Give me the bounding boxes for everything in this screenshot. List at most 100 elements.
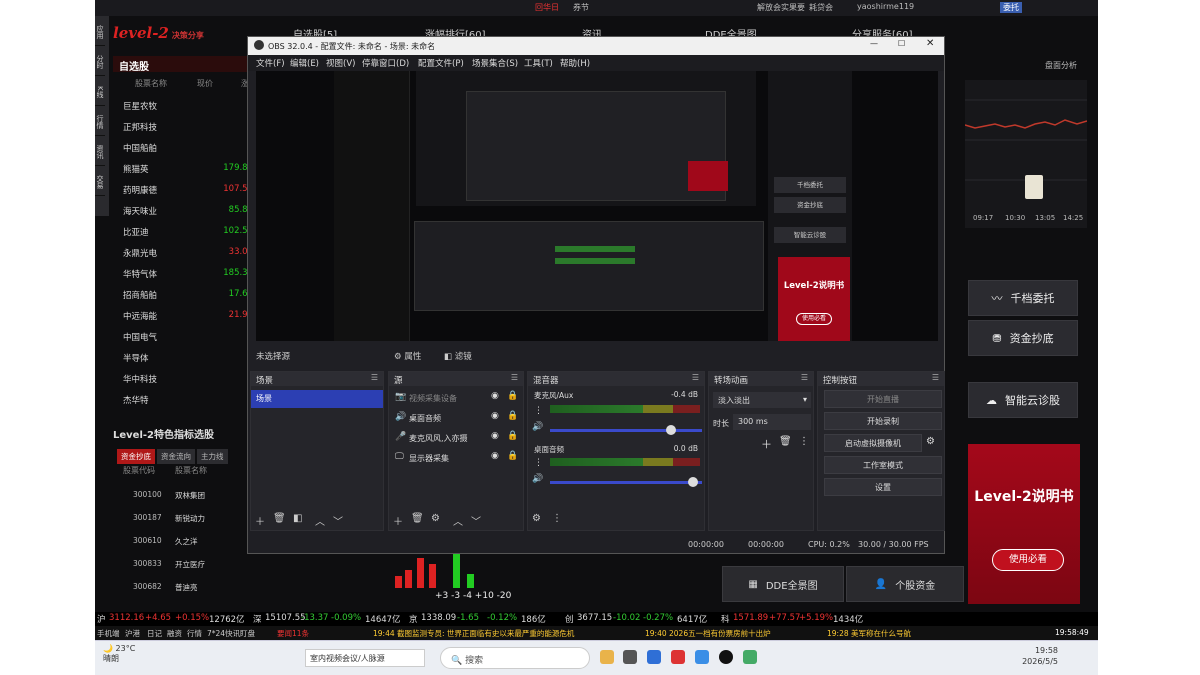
cloud-diagnosis-button[interactable]: ☁ 智能云诊股: [968, 382, 1078, 418]
gear-icon[interactable]: ⚙: [431, 513, 440, 524]
menu-scenecollection[interactable]: 场景集合(S): [472, 57, 518, 69]
trash-icon[interactable]: 🗑: [411, 513, 424, 524]
gear-icon[interactable]: ⚙: [926, 436, 935, 447]
watchlist-row[interactable]: 永鼎光电 33.00: [123, 243, 253, 264]
news-item[interactable]: 19:40 2026五一档有份票房前十出炉: [645, 628, 771, 639]
add-icon[interactable]: ＋: [393, 513, 403, 528]
lock-icon[interactable]: 🔒: [507, 391, 518, 401]
side-tab[interactable]: 应用: [95, 16, 105, 46]
watchlist-row[interactable]: 招商船舶 17.60: [123, 285, 253, 306]
speaker-icon[interactable]: 🔊: [532, 422, 543, 432]
news-item[interactable]: 19:28 美军称在什么号航: [827, 628, 1002, 639]
stock-funds-button[interactable]: 👤 个股资金: [846, 566, 964, 602]
add-icon[interactable]: ＋: [761, 436, 772, 452]
side-tab[interactable]: 行情: [95, 106, 105, 136]
topbar-item[interactable]: 回华日: [535, 2, 559, 13]
weather-widget[interactable]: 🌙 23°C 晴朗: [103, 644, 135, 664]
watchlist-row[interactable]: 半导体: [123, 348, 253, 369]
down-icon[interactable]: ﹀: [333, 513, 343, 528]
up-icon[interactable]: ︿: [453, 513, 463, 528]
kebab-icon[interactable]: ⋮: [552, 513, 562, 524]
side-tab[interactable]: 分时: [95, 46, 105, 76]
trash-icon[interactable]: 🗑: [273, 513, 286, 524]
down-icon[interactable]: ﹀: [471, 513, 481, 528]
menu-docks[interactable]: 停靠窗口(D): [362, 57, 409, 69]
visibility-icon[interactable]: ◉: [491, 411, 499, 421]
virtual-camera-button[interactable]: 启动虚拟摄像机: [824, 434, 922, 452]
maximize-icon[interactable]: ☐: [898, 39, 905, 48]
source-item[interactable]: 📷 视频采集设备 ◉ 🔒: [395, 390, 521, 408]
news-item[interactable]: 融资: [167, 628, 182, 639]
kebab-icon[interactable]: ⋮: [534, 458, 543, 468]
menu-tools[interactable]: 工具(T): [524, 57, 553, 69]
menu-file[interactable]: 文件(F): [256, 57, 285, 69]
news-item[interactable]: 7*24快讯: [207, 628, 240, 639]
dock-menu-icon[interactable]: ☰: [801, 373, 808, 382]
topbar-item[interactable]: 耗贷会: [809, 2, 833, 13]
app-icon[interactable]: [671, 650, 685, 664]
news-item[interactable]: 手机端: [97, 628, 120, 639]
menu-view[interactable]: 视图(V): [326, 57, 355, 69]
volume-knob[interactable]: [688, 477, 698, 487]
trade-button[interactable]: 委托: [1000, 2, 1022, 13]
volume-knob[interactable]: [666, 425, 676, 435]
system-clock[interactable]: 19:58 2026/5/5: [1022, 645, 1058, 667]
scene-item[interactable]: 场景: [251, 390, 383, 408]
obs-taskbar-icon[interactable]: [719, 650, 733, 664]
browser-icon[interactable]: [647, 650, 661, 664]
visibility-icon[interactable]: ◉: [491, 391, 499, 401]
menu-profile[interactable]: 配置文件(P): [418, 57, 464, 69]
taskbar-search[interactable]: 🔍 搜索: [440, 647, 590, 669]
thousand-order-button[interactable]: 〰千档委托: [968, 280, 1078, 316]
transition-select[interactable]: 淡入淡出 ▾: [713, 392, 811, 408]
app-icon[interactable]: [695, 650, 709, 664]
kebab-icon[interactable]: ⋮: [534, 406, 543, 416]
news-item[interactable]: 日记: [147, 628, 162, 639]
news-item[interactable]: 盯盘: [240, 628, 255, 639]
watchlist-row[interactable]: 华特气体 185.39: [123, 264, 253, 285]
side-tab[interactable]: K线: [95, 76, 105, 106]
topbar-item[interactable]: 解放会实果要: [757, 2, 805, 13]
trash-icon[interactable]: 🗑: [779, 436, 792, 447]
watchlist-row[interactable]: 杰华特: [123, 390, 253, 411]
watchlist-row[interactable]: 比亚迪 102.55: [123, 222, 253, 243]
lock-icon[interactable]: 🔒: [507, 411, 518, 421]
side-tab[interactable]: 资讯: [95, 136, 105, 166]
gear-icon[interactable]: ⚙: [532, 513, 541, 524]
speaker-icon[interactable]: 🔊: [532, 474, 543, 484]
settings-button[interactable]: 设置: [824, 478, 942, 496]
visibility-icon[interactable]: ◉: [491, 431, 499, 441]
news-item[interactable]: 19:44 截图监测专员: 世界正面临有史以来最严重的能源危机: [373, 628, 574, 639]
lock-icon[interactable]: 🔒: [507, 431, 518, 441]
volume-slider[interactable]: [550, 481, 702, 484]
minimize-icon[interactable]: —: [870, 39, 878, 48]
must-read-button[interactable]: 使用必看: [992, 549, 1064, 571]
watchlist-row[interactable]: 华中科技: [123, 369, 253, 390]
dock-menu-icon[interactable]: ☰: [932, 373, 939, 382]
level2-tab[interactable]: 资金流向: [157, 449, 195, 464]
source-item[interactable]: 🖵 显示器采集 ◉ 🔒: [395, 450, 521, 468]
app-icon[interactable]: [743, 650, 757, 664]
watchlist-row[interactable]: 巨星农牧: [123, 96, 253, 117]
account-name[interactable]: yaoshirme119: [857, 2, 914, 11]
lock-icon[interactable]: 🔒: [507, 451, 518, 461]
dde-button[interactable]: ▦ DDE全景图: [722, 566, 844, 602]
start-stream-button[interactable]: 开始直播: [824, 390, 942, 408]
source-item[interactable]: 🎤 麦克风风,入亦摄 ◉ 🔒: [395, 430, 521, 448]
app-icon[interactable]: [623, 650, 637, 664]
close-icon[interactable]: ✕: [926, 38, 934, 49]
visibility-icon[interactable]: ◉: [491, 451, 499, 461]
filters-button[interactable]: ◧ 滤镜: [444, 350, 472, 362]
topbar-item[interactable]: 券节: [573, 2, 589, 13]
level2-tab[interactable]: 资金抄底: [117, 449, 155, 464]
watchlist-row[interactable]: 中国电气: [123, 327, 253, 348]
watchlist-row[interactable]: 熊猫英 179.88: [123, 159, 253, 180]
level2-manual-card[interactable]: Level-2说明书 使用必看: [968, 444, 1080, 604]
filter-icon[interactable]: ◧: [293, 513, 302, 524]
watchlist-row[interactable]: 药明康德 107.55: [123, 180, 253, 201]
watchlist-row[interactable]: 中远海能 21.99: [123, 306, 253, 327]
studio-mode-button[interactable]: 工作室模式: [824, 456, 942, 474]
dock-menu-icon[interactable]: ☰: [371, 373, 378, 382]
up-icon[interactable]: ︿: [315, 513, 325, 528]
kebab-icon[interactable]: ⋮: [799, 436, 809, 447]
